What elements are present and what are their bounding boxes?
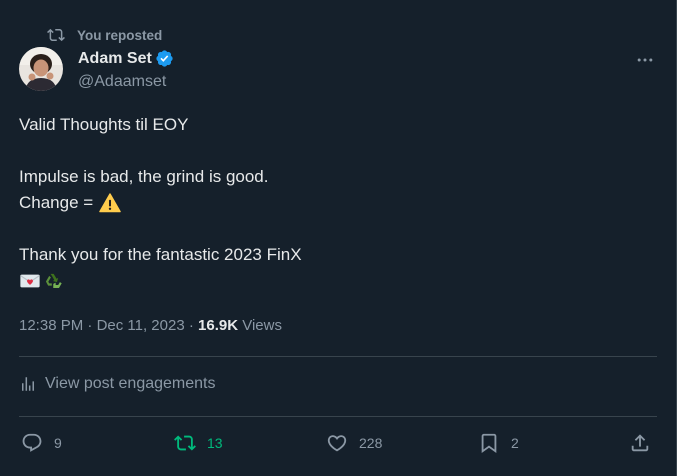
verified-badge-icon[interactable] <box>155 49 174 68</box>
warning-emoji-icon <box>99 193 121 213</box>
love-letter-emoji-icon <box>20 274 40 288</box>
author-name[interactable]: Adam Set <box>78 48 152 69</box>
view-engagements-link[interactable]: View post engagements <box>19 375 215 393</box>
bookmark-button[interactable]: 2 <box>478 428 519 458</box>
bookmark-icon <box>481 433 497 454</box>
reply-count: 9 <box>54 435 62 451</box>
author-block: Adam Set @Adaamset <box>78 48 174 92</box>
avatar[interactable] <box>19 47 63 91</box>
post-container: You reposted Adam Set @Adaamset Valid Th… <box>0 0 677 476</box>
post-time[interactable]: 12:38 PM <box>19 317 83 334</box>
divider <box>19 416 657 417</box>
views-count: 16.9K <box>198 317 239 334</box>
like-count: 228 <box>359 435 383 451</box>
views-label: Views <box>238 317 282 334</box>
repost-icon <box>174 435 196 451</box>
more-icon <box>637 58 653 62</box>
avatar-image <box>19 47 63 91</box>
share-icon <box>631 434 649 452</box>
post-line: Change = <box>19 190 639 216</box>
post-line-blank <box>19 138 639 164</box>
post-line-blank <box>19 216 639 242</box>
post-text: Valid Thoughts til EOY Impulse is bad, t… <box>19 112 639 294</box>
post-line: Impulse is bad, the grind is good. <box>19 167 269 186</box>
post-line <box>19 268 639 294</box>
divider <box>19 356 657 357</box>
repost-indicator[interactable]: You reposted <box>47 24 162 46</box>
like-button[interactable]: 228 <box>326 428 382 458</box>
meta-separator: · <box>184 317 199 334</box>
heart-icon <box>327 435 347 452</box>
author-handle[interactable]: @Adaamset <box>78 71 174 92</box>
post-line: Thank you for the fantastic 2023 FinX <box>19 245 302 264</box>
recycle-emoji-icon <box>45 273 62 288</box>
reply-button[interactable]: 9 <box>21 428 62 458</box>
post-meta: 12:38 PM · Dec 11, 2023 · 16.9K Views <box>19 316 282 336</box>
post-date[interactable]: Dec 11, 2023 <box>97 317 185 334</box>
repost-label: You reposted <box>77 27 163 43</box>
bar-chart-icon <box>22 377 34 391</box>
share-button[interactable] <box>629 428 651 458</box>
reply-icon <box>22 433 42 452</box>
repost-count: 13 <box>207 435 223 451</box>
more-button[interactable] <box>634 50 656 70</box>
post-line: Valid Thoughts til EOY <box>19 115 189 134</box>
post-line-text: Change = <box>19 193 94 212</box>
bookmark-count: 2 <box>511 435 519 451</box>
repost-button[interactable]: 13 <box>174 428 223 458</box>
view-engagements-label: View post engagements <box>45 375 216 392</box>
action-bar: 9 13 228 2 <box>19 428 657 458</box>
repost-icon <box>47 28 65 42</box>
meta-separator: · <box>83 317 97 334</box>
